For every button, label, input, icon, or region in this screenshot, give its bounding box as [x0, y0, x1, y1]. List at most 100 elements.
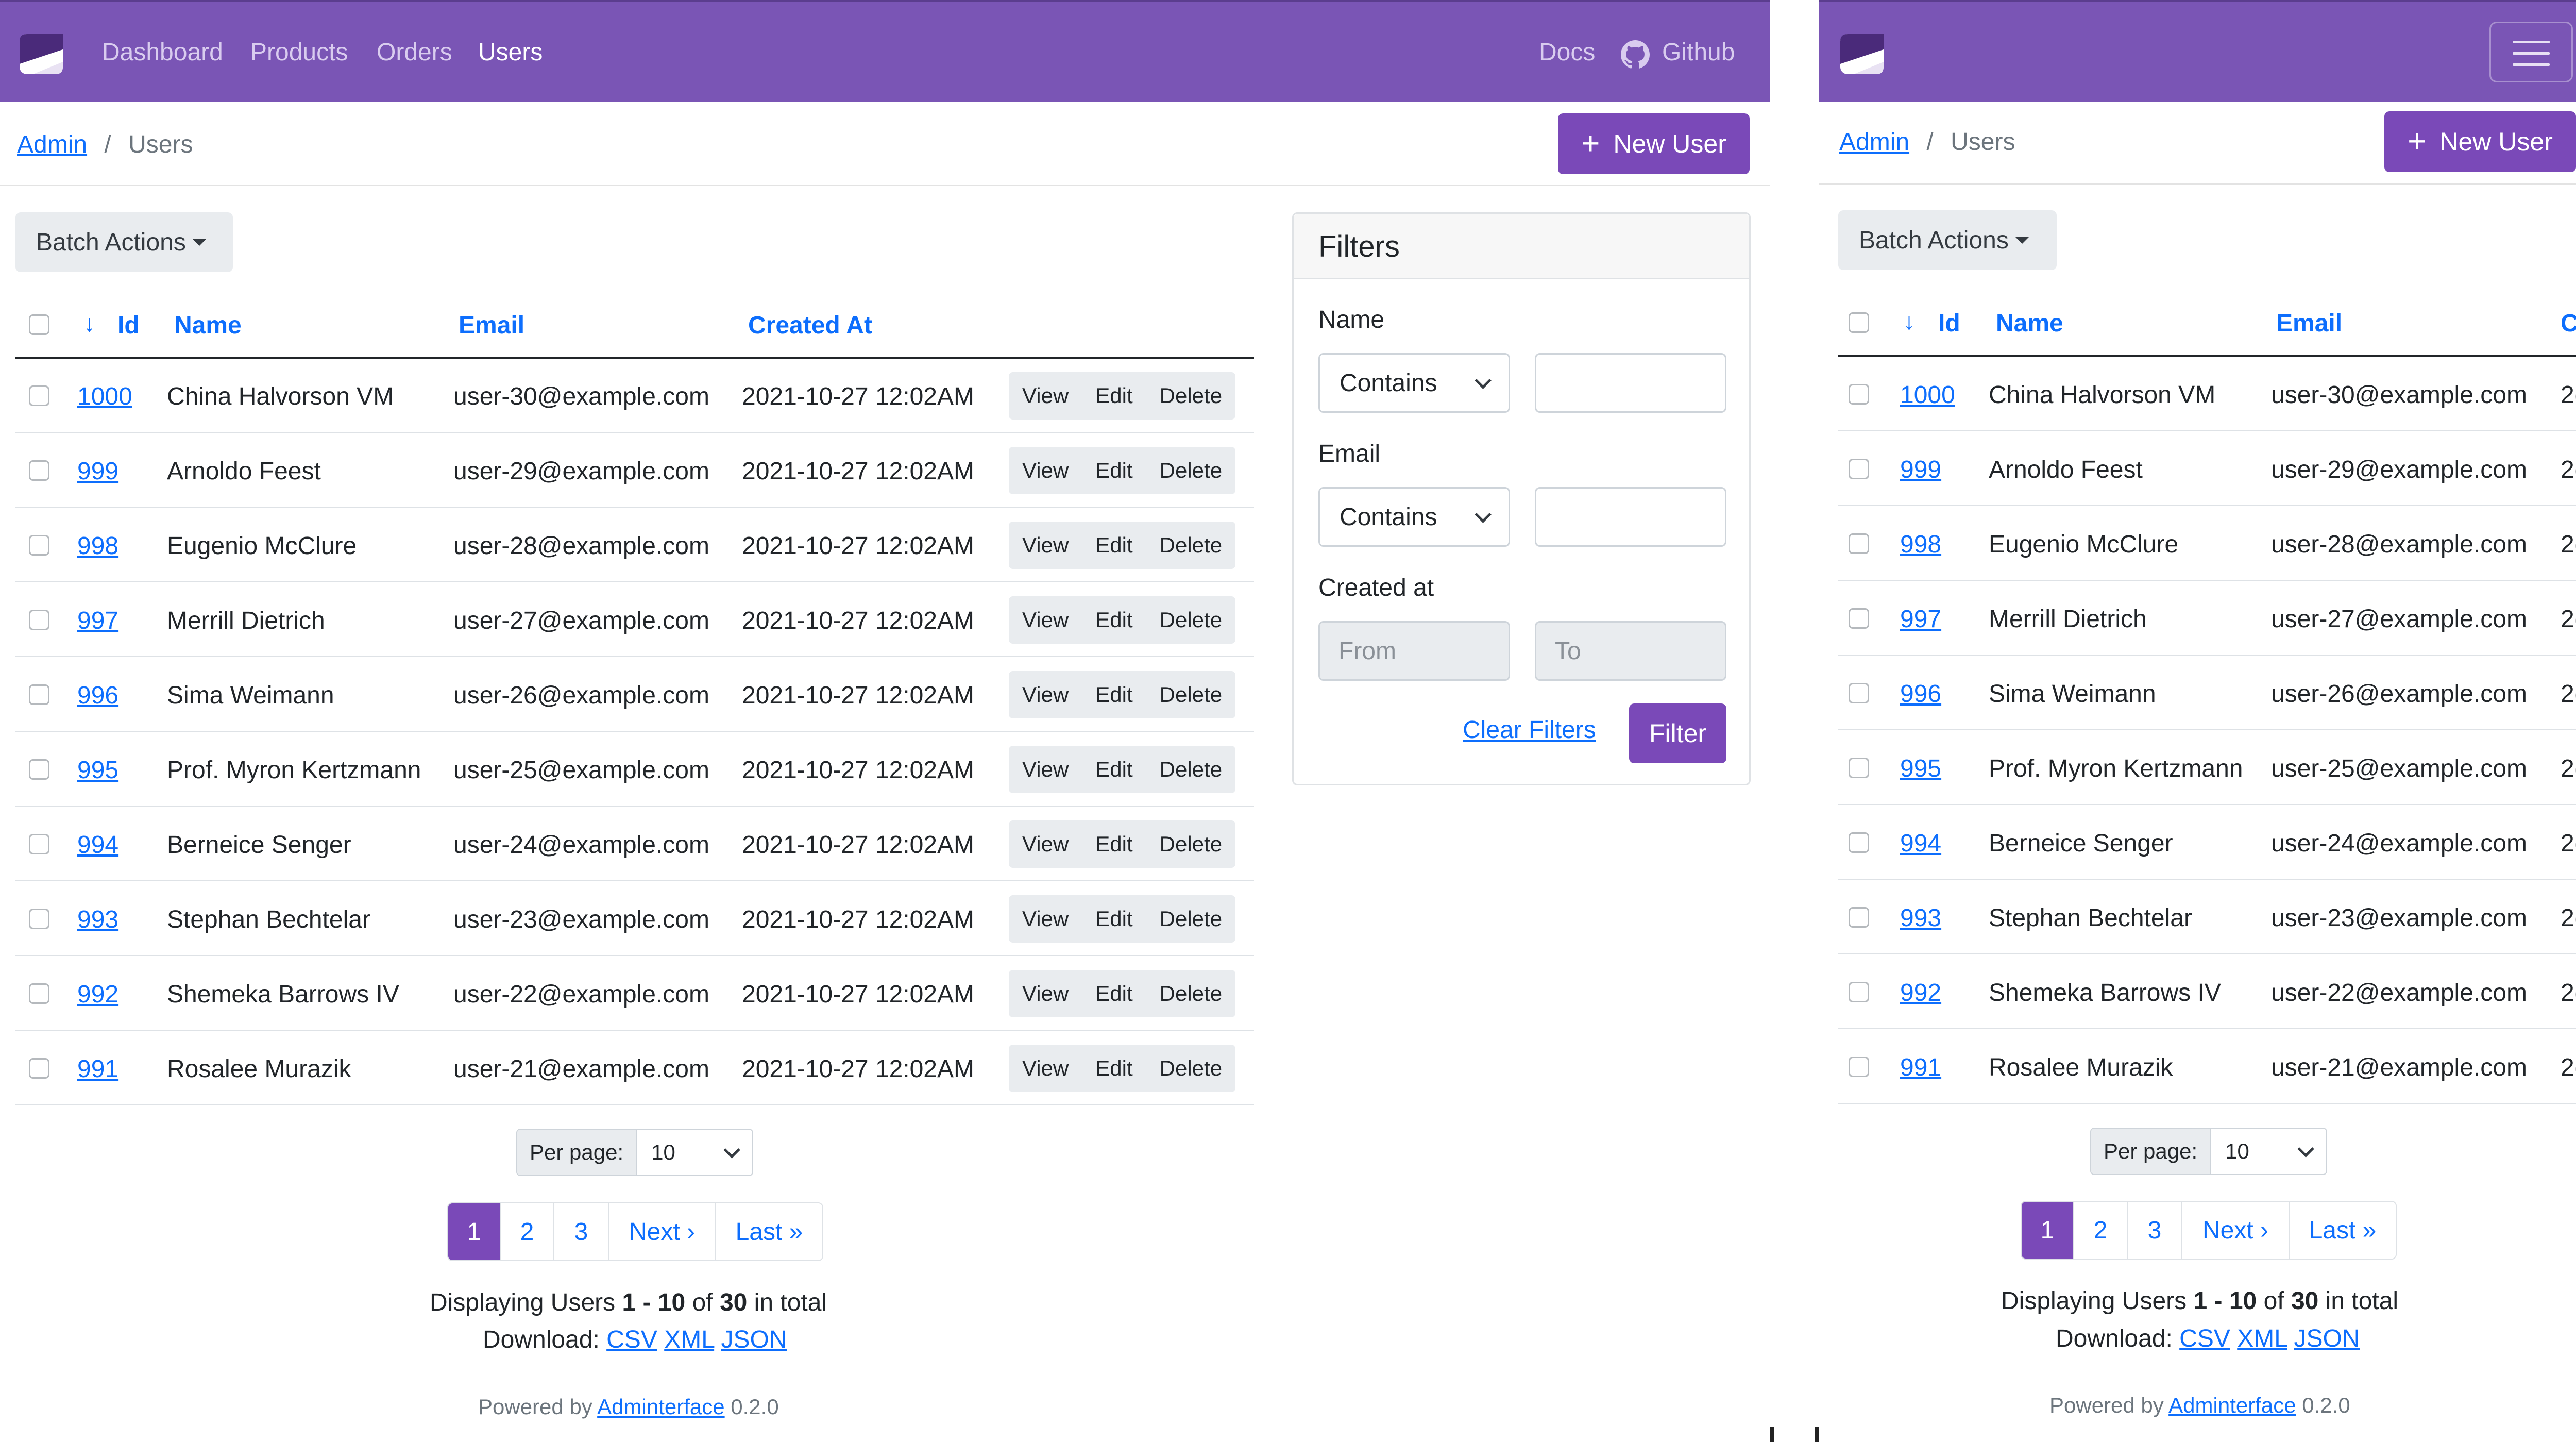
row-id-link[interactable]: 994 — [1900, 829, 1941, 858]
filter-name-operator[interactable]: Contains — [1318, 353, 1510, 413]
row-id-link[interactable]: 1000 — [77, 382, 132, 411]
filter-email-operator[interactable]: Contains — [1318, 487, 1510, 547]
row-id-link[interactable]: 997 — [1900, 605, 1941, 633]
row-checkbox[interactable] — [1849, 683, 1869, 703]
filter-email-input[interactable] — [1535, 487, 1726, 547]
row-edit-button[interactable]: Edit — [1082, 533, 1146, 558]
row-view-button[interactable]: View — [1009, 907, 1082, 931]
filter-submit-button[interactable]: Filter — [1629, 703, 1726, 763]
row-checkbox[interactable] — [29, 983, 49, 1004]
logo-icon[interactable] — [20, 34, 63, 74]
logo-icon[interactable] — [1840, 34, 1884, 74]
download-xml[interactable]: XML — [664, 1326, 714, 1353]
row-id-link[interactable]: 998 — [1900, 530, 1941, 559]
row-checkbox[interactable] — [29, 759, 49, 780]
filter-name-input[interactable] — [1535, 353, 1726, 413]
filter-created-to[interactable]: To — [1535, 621, 1726, 681]
nav-users[interactable]: Users — [478, 38, 543, 66]
row-id-link[interactable]: 994 — [77, 831, 118, 859]
row-checkbox[interactable] — [29, 684, 49, 705]
row-id-link[interactable]: 997 — [77, 607, 118, 635]
hamburger-icon[interactable] — [2489, 22, 2573, 82]
row-id-link[interactable]: 993 — [1900, 904, 1941, 932]
header-id[interactable]: Id — [1938, 309, 1960, 338]
breadcrumb-admin[interactable]: Admin — [1839, 128, 1909, 156]
row-checkbox[interactable] — [1849, 533, 1869, 554]
header-name[interactable]: Name — [1996, 309, 2063, 338]
adminterface-link[interactable]: Adminterface — [2168, 1393, 2296, 1417]
nav-products[interactable]: Products — [250, 38, 348, 66]
row-view-button[interactable]: View — [1009, 608, 1082, 632]
row-edit-button[interactable]: Edit — [1082, 907, 1146, 931]
breadcrumb-admin[interactable]: Admin — [17, 131, 87, 158]
nav-docs[interactable]: Docs — [1539, 38, 1595, 66]
header-id[interactable]: Id — [117, 311, 140, 340]
row-checkbox[interactable] — [1849, 907, 1869, 928]
per-page-select[interactable]: Per page: 10 — [2090, 1128, 2327, 1175]
row-delete-button[interactable]: Delete — [1146, 1056, 1235, 1081]
row-id-link[interactable]: 999 — [77, 457, 118, 485]
row-edit-button[interactable]: Edit — [1082, 608, 1146, 632]
row-view-button[interactable]: View — [1009, 682, 1082, 707]
row-checkbox[interactable] — [1849, 608, 1869, 629]
download-csv[interactable]: CSV — [606, 1326, 657, 1353]
header-created-at-truncated[interactable]: C — [2561, 309, 2576, 338]
row-edit-button[interactable]: Edit — [1082, 757, 1146, 782]
row-delete-button[interactable]: Delete — [1146, 832, 1235, 857]
page-last[interactable]: Last » — [715, 1203, 822, 1260]
select-all-checkbox[interactable] — [1849, 312, 1869, 333]
row-delete-button[interactable]: Delete — [1146, 608, 1235, 632]
nav-github[interactable]: Github — [1662, 38, 1735, 66]
row-delete-button[interactable]: Delete — [1146, 533, 1235, 558]
download-json[interactable]: JSON — [2294, 1325, 2360, 1352]
github-icon[interactable] — [1621, 40, 1650, 69]
row-view-button[interactable]: View — [1009, 1056, 1082, 1081]
row-checkbox[interactable] — [29, 834, 49, 854]
row-delete-button[interactable]: Delete — [1146, 757, 1235, 782]
row-checkbox[interactable] — [1849, 982, 1869, 1002]
row-checkbox[interactable] — [1849, 832, 1869, 853]
row-delete-button[interactable]: Delete — [1146, 682, 1235, 707]
header-created-at[interactable]: Created At — [748, 311, 872, 340]
page-next[interactable]: Next › — [608, 1203, 715, 1260]
download-csv[interactable]: CSV — [2179, 1325, 2230, 1352]
download-json[interactable]: JSON — [721, 1326, 787, 1353]
row-edit-button[interactable]: Edit — [1082, 682, 1146, 707]
row-edit-button[interactable]: Edit — [1082, 383, 1146, 408]
row-id-link[interactable]: 995 — [77, 756, 118, 784]
sort-down-icon[interactable]: ↓ — [1903, 307, 1915, 335]
row-id-link[interactable]: 1000 — [1900, 381, 1955, 409]
row-view-button[interactable]: View — [1009, 981, 1082, 1006]
row-id-link[interactable]: 992 — [77, 980, 118, 1009]
batch-actions-button[interactable]: Batch Actions — [1838, 210, 2057, 270]
row-view-button[interactable]: View — [1009, 383, 1082, 408]
adminterface-link[interactable]: Adminterface — [597, 1395, 724, 1419]
row-edit-button[interactable]: Edit — [1082, 832, 1146, 857]
row-checkbox[interactable] — [29, 909, 49, 929]
row-checkbox[interactable] — [1849, 459, 1869, 479]
page-1[interactable]: 1 — [2022, 1202, 2073, 1259]
batch-actions-button[interactable]: Batch Actions — [15, 212, 233, 272]
row-delete-button[interactable]: Delete — [1146, 981, 1235, 1006]
page-1[interactable]: 1 — [448, 1203, 500, 1260]
row-id-link[interactable]: 993 — [77, 906, 118, 934]
row-view-button[interactable]: View — [1009, 832, 1082, 857]
filter-created-from[interactable]: From — [1318, 621, 1510, 681]
header-email[interactable]: Email — [459, 311, 524, 340]
row-checkbox[interactable] — [29, 1058, 49, 1079]
row-view-button[interactable]: View — [1009, 533, 1082, 558]
row-id-link[interactable]: 995 — [1900, 754, 1941, 783]
page-2[interactable]: 2 — [500, 1203, 553, 1260]
page-last[interactable]: Last » — [2289, 1202, 2396, 1259]
row-id-link[interactable]: 998 — [77, 532, 118, 560]
row-view-button[interactable]: View — [1009, 458, 1082, 483]
row-edit-button[interactable]: Edit — [1082, 1056, 1146, 1081]
download-xml[interactable]: XML — [2237, 1325, 2287, 1352]
row-checkbox[interactable] — [1849, 384, 1869, 405]
row-checkbox[interactable] — [29, 385, 49, 406]
row-delete-button[interactable]: Delete — [1146, 458, 1235, 483]
page-next[interactable]: Next › — [2181, 1202, 2289, 1259]
row-edit-button[interactable]: Edit — [1082, 458, 1146, 483]
row-delete-button[interactable]: Delete — [1146, 383, 1235, 408]
row-checkbox[interactable] — [1849, 1057, 1869, 1077]
